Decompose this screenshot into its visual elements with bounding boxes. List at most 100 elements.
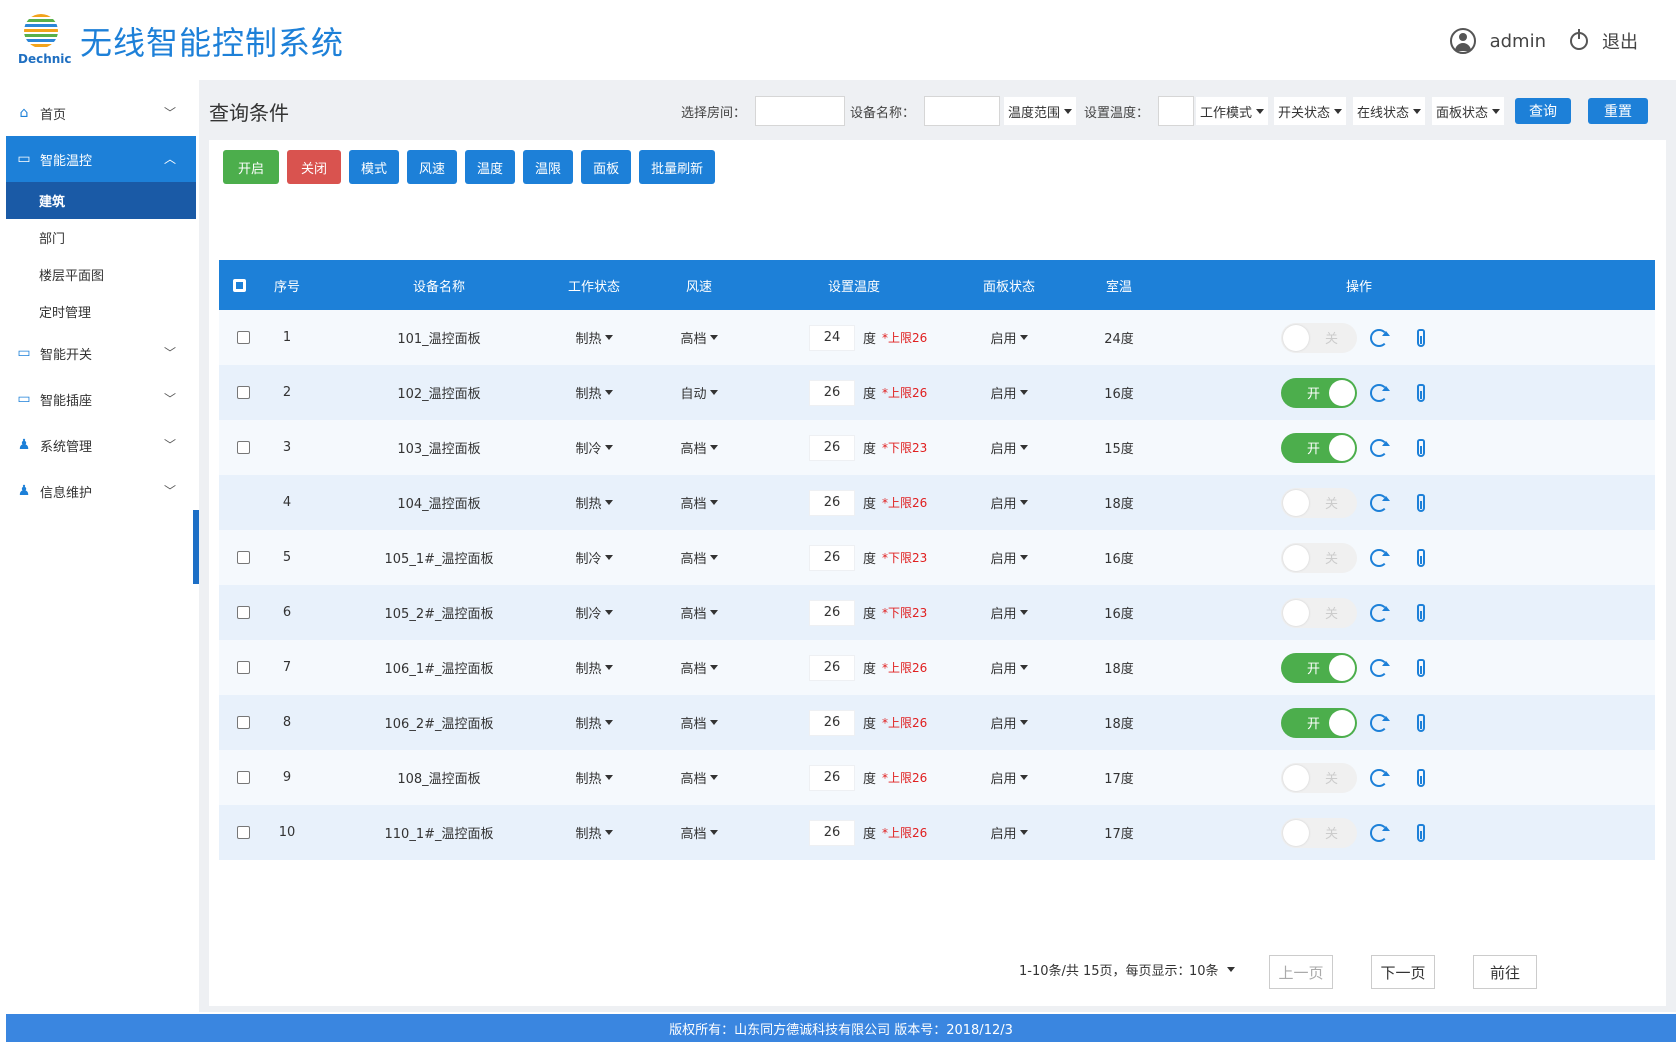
- panel-status-dropdown[interactable]: 启用: [969, 310, 1049, 365]
- row-checkbox[interactable]: [236, 771, 250, 784]
- power-toggle[interactable]: 开: [1281, 695, 1357, 750]
- fan-speed-dropdown[interactable]: 高档: [664, 310, 734, 365]
- work-status-dropdown[interactable]: 制热: [554, 640, 634, 695]
- set-temp-input[interactable]: 26: [809, 764, 855, 791]
- set-temp-input[interactable]: 26: [809, 819, 855, 846]
- turn-on-button[interactable]: 开启: [223, 150, 279, 184]
- set-temp-input[interactable]: 26: [809, 544, 855, 571]
- power-toggle-switch[interactable]: 关: [1281, 597, 1357, 628]
- user-avatar-icon[interactable]: [1449, 28, 1476, 54]
- row-checkbox[interactable]: [236, 441, 250, 454]
- refresh-icon[interactable]: [1370, 713, 1390, 732]
- temperature-button[interactable]: 温度: [465, 150, 516, 184]
- row-checkbox[interactable]: [236, 716, 250, 729]
- power-toggle[interactable]: 关: [1281, 750, 1357, 805]
- panel-status-dropdown[interactable]: 启用: [969, 365, 1049, 420]
- thermometer-icon[interactable]: [1417, 493, 1425, 512]
- row-checkbox[interactable]: [236, 331, 250, 344]
- thermometer-icon[interactable]: [1417, 548, 1425, 567]
- thermometer-icon[interactable]: [1417, 658, 1425, 677]
- panel-status-dropdown[interactable]: 启用: [969, 530, 1049, 585]
- sidebar-item-system[interactable]: ♟ 系统管理 ﹀: [6, 422, 196, 468]
- refresh-icon[interactable]: [1370, 823, 1390, 842]
- power-toggle-switch[interactable]: 关: [1281, 322, 1357, 353]
- panel-status-dropdown[interactable]: 启用: [969, 805, 1049, 860]
- fan-speed-dropdown[interactable]: 高档: [664, 750, 734, 805]
- set-temp-input[interactable]: 26: [809, 489, 855, 516]
- thermometer-icon[interactable]: [1417, 713, 1425, 732]
- goto-button[interactable]: 前往: [1473, 955, 1537, 989]
- work-status-dropdown[interactable]: 制热: [554, 310, 634, 365]
- work-status-dropdown[interactable]: 制冷: [554, 420, 634, 475]
- thermometer-icon[interactable]: [1417, 603, 1425, 622]
- thermometer-icon[interactable]: [1417, 768, 1425, 787]
- username[interactable]: admin: [1490, 31, 1546, 52]
- select-all-checkbox[interactable]: [233, 278, 246, 292]
- search-button[interactable]: 查询: [1515, 98, 1571, 124]
- power-icon[interactable]: [1570, 29, 1588, 50]
- fan-speed-dropdown[interactable]: 高档: [664, 805, 734, 860]
- power-toggle[interactable]: 关: [1281, 805, 1357, 860]
- sidebar-subitem-building[interactable]: 建筑: [6, 182, 196, 219]
- batch-refresh-button[interactable]: 批量刷新: [639, 150, 716, 184]
- online-status-select[interactable]: 在线状态: [1353, 97, 1426, 125]
- row-checkbox[interactable]: [236, 386, 250, 399]
- power-toggle-switch[interactable]: 开: [1281, 432, 1357, 463]
- set-temp-input[interactable]: 26: [809, 379, 855, 406]
- work-status-dropdown[interactable]: 制热: [554, 750, 634, 805]
- turn-off-button[interactable]: 关闭: [287, 150, 341, 184]
- device-name-input[interactable]: [924, 96, 1000, 126]
- power-toggle[interactable]: 开: [1281, 365, 1357, 420]
- set-temp-input[interactable]: 26: [809, 709, 855, 736]
- power-toggle[interactable]: 关: [1281, 310, 1357, 365]
- power-toggle-switch[interactable]: 关: [1281, 542, 1357, 573]
- sidebar-subitem-floorplan[interactable]: 楼层平面图: [6, 256, 196, 293]
- power-toggle-switch[interactable]: 关: [1281, 762, 1357, 793]
- work-status-dropdown[interactable]: 制冷: [554, 585, 634, 640]
- fan-speed-dropdown[interactable]: 高档: [664, 530, 734, 585]
- power-toggle[interactable]: 关: [1281, 530, 1357, 585]
- panel-status-dropdown[interactable]: 启用: [969, 750, 1049, 805]
- work-status-dropdown[interactable]: 制热: [554, 805, 634, 860]
- fan-speed-dropdown[interactable]: 高档: [664, 420, 734, 475]
- panel-status-dropdown[interactable]: 启用: [969, 475, 1049, 530]
- work-status-dropdown[interactable]: 制热: [554, 695, 634, 750]
- row-checkbox[interactable]: [236, 606, 250, 619]
- power-toggle[interactable]: 开: [1281, 420, 1357, 475]
- power-toggle[interactable]: 关: [1281, 475, 1357, 530]
- fan-speed-dropdown[interactable]: 高档: [664, 475, 734, 530]
- temp-range-select[interactable]: 温度范围: [1004, 97, 1077, 125]
- refresh-icon[interactable]: [1370, 768, 1390, 787]
- work-status-dropdown[interactable]: 制热: [554, 475, 634, 530]
- work-status-dropdown[interactable]: 制热: [554, 365, 634, 420]
- set-temp-input[interactable]: 26: [809, 434, 855, 461]
- reset-button[interactable]: 重置: [1588, 98, 1648, 124]
- set-temp-input[interactable]: 24: [809, 324, 855, 351]
- fan-speed-dropdown[interactable]: 高档: [664, 695, 734, 750]
- sidebar-item-info[interactable]: ♟ 信息维护 ﹀: [6, 468, 196, 514]
- refresh-icon[interactable]: [1370, 603, 1390, 622]
- row-checkbox[interactable]: [236, 826, 250, 839]
- set-temp-input[interactable]: 26: [809, 599, 855, 626]
- next-page-button[interactable]: 下一页: [1371, 955, 1435, 989]
- fan-speed-dropdown[interactable]: 自动: [664, 365, 734, 420]
- sidebar-subitem-schedule[interactable]: 定时管理: [6, 293, 196, 330]
- prev-page-button[interactable]: 上一页: [1269, 955, 1333, 989]
- sidebar-subitem-department[interactable]: 部门: [6, 219, 196, 256]
- switch-status-select[interactable]: 开关状态: [1274, 97, 1347, 125]
- power-toggle-switch[interactable]: 开: [1281, 377, 1357, 408]
- thermometer-icon[interactable]: [1417, 383, 1425, 402]
- thermometer-icon[interactable]: [1417, 823, 1425, 842]
- fan-speed-dropdown[interactable]: 高档: [664, 585, 734, 640]
- set-temp-input[interactable]: [1158, 96, 1194, 126]
- power-toggle-switch[interactable]: 开: [1281, 707, 1357, 738]
- page-size-select[interactable]: 10条: [1189, 960, 1235, 979]
- fan-speed-button[interactable]: 风速: [407, 150, 458, 184]
- sidebar-item-socket[interactable]: ▭ 智能插座 ﹀: [6, 376, 196, 422]
- work-mode-select[interactable]: 工作模式: [1196, 97, 1269, 125]
- set-temp-input[interactable]: 26: [809, 654, 855, 681]
- row-checkbox[interactable]: [236, 551, 250, 564]
- thermometer-icon[interactable]: [1417, 328, 1425, 347]
- refresh-icon[interactable]: [1370, 493, 1390, 512]
- power-toggle-switch[interactable]: 关: [1281, 817, 1357, 848]
